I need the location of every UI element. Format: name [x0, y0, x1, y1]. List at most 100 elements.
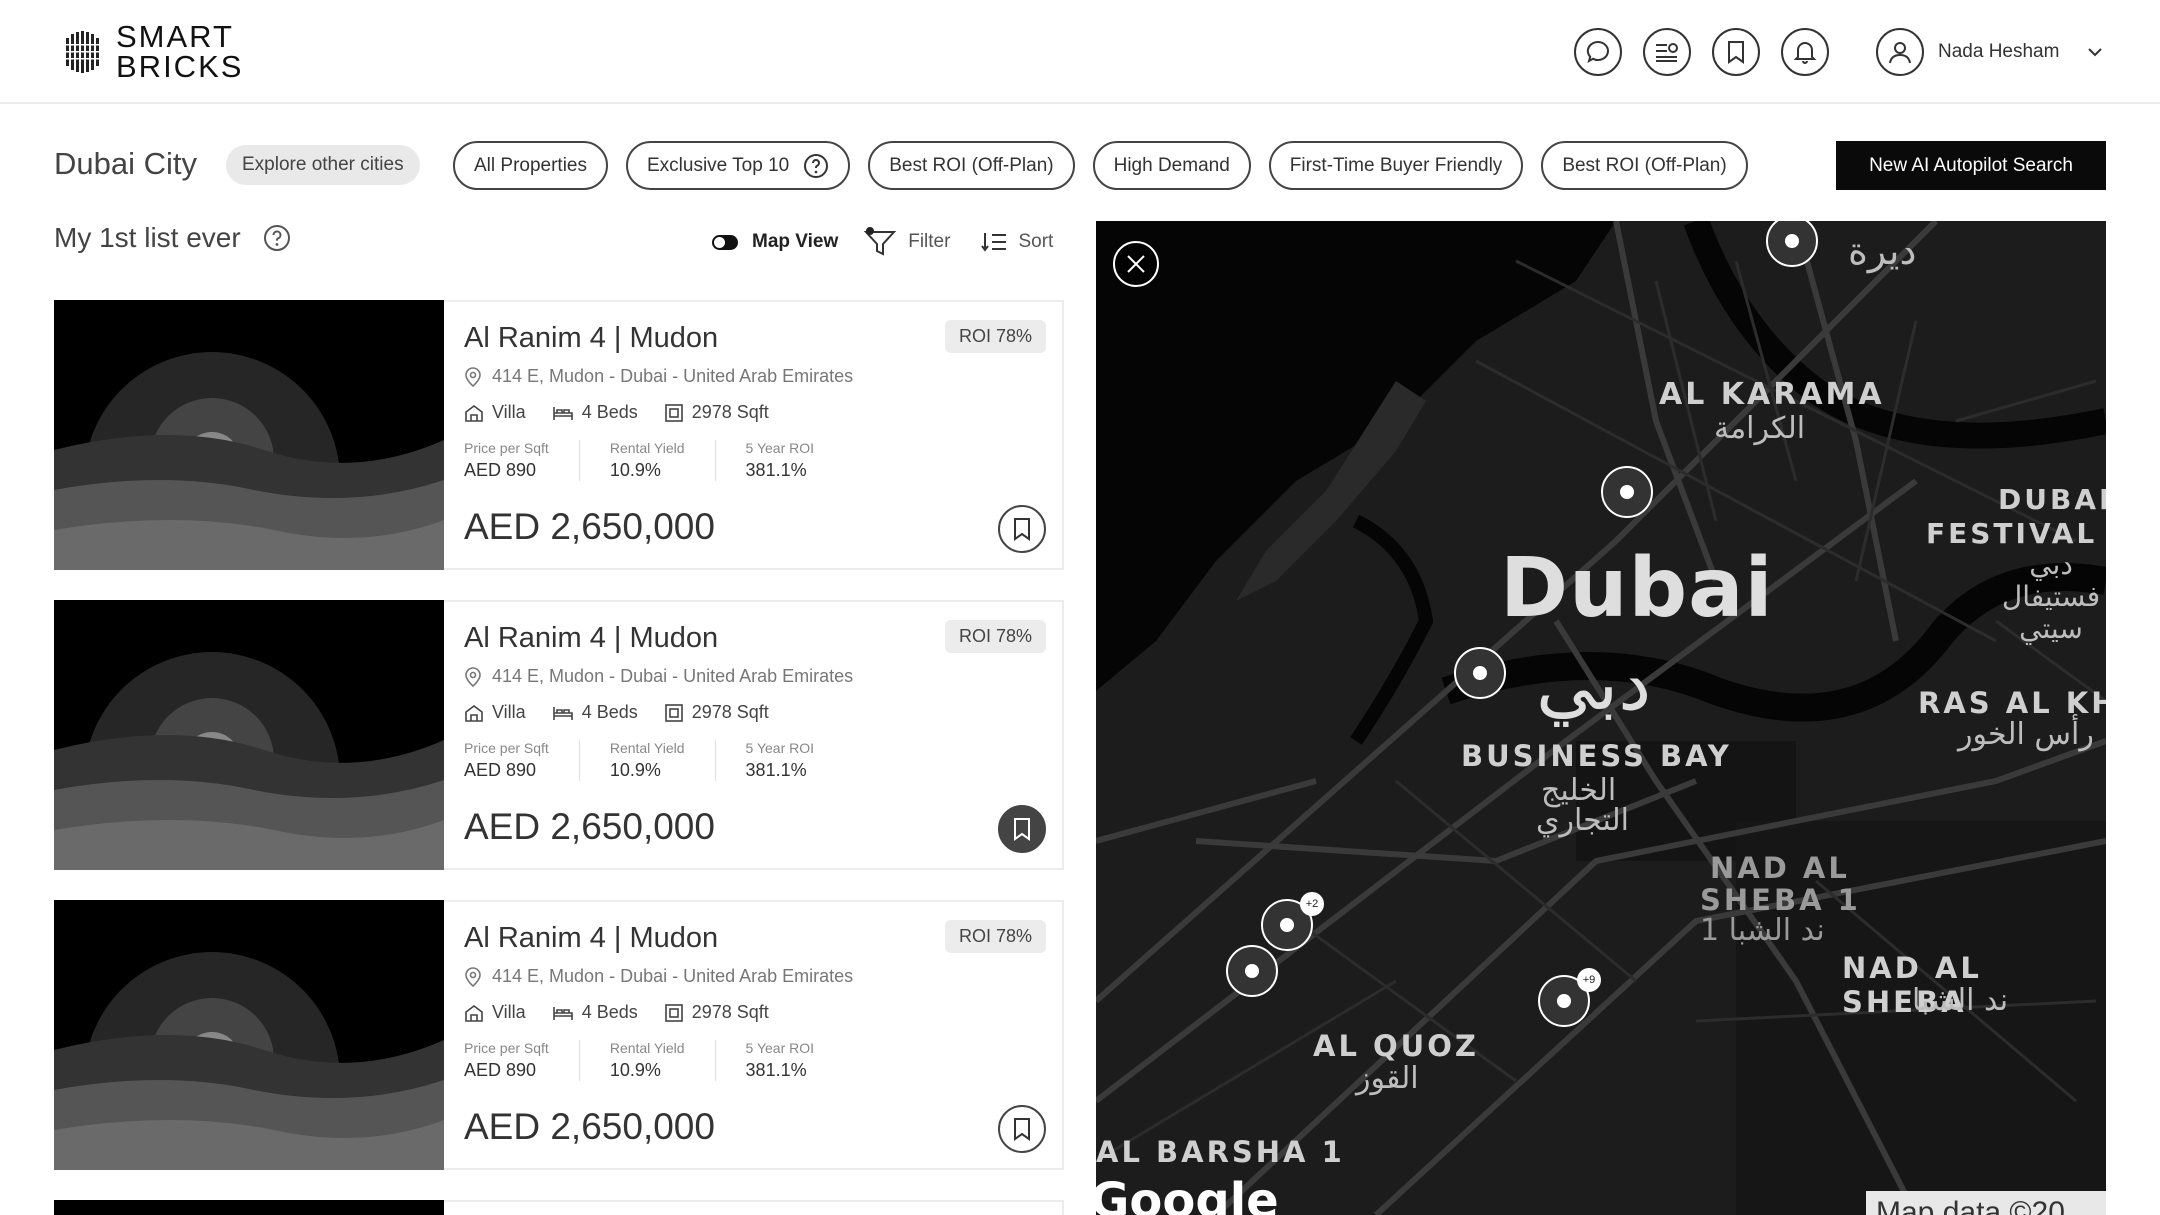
- stat-value: 10.9%: [609, 460, 661, 480]
- map-label-dubai-ar: دبي: [1536, 641, 1652, 727]
- list-view-icon[interactable]: [1643, 28, 1691, 76]
- property-price: AED 2,650,000: [464, 1106, 715, 1147]
- filter-label: Filter: [908, 231, 951, 252]
- map-label-al-quoz-ar: القوز: [1356, 1061, 1419, 1096]
- house-icon: [465, 704, 483, 722]
- chip-label: Best ROI (Off-Plan): [1562, 154, 1727, 176]
- stat-label: 5 Year ROI: [745, 440, 815, 456]
- stat-item: Price per Sqft AED 890: [464, 740, 580, 781]
- stat-label: Rental Yield: [609, 1040, 685, 1056]
- stat-item: Price per Sqft AED 890: [464, 440, 580, 481]
- property-type: Villa: [464, 402, 526, 423]
- map-label-deira-ar: ديرة: [1848, 229, 1917, 273]
- map-data-attribution[interactable]: Map data ©20: [1866, 1191, 2106, 1215]
- stat-label: Price per Sqft: [464, 740, 549, 756]
- stat-item: Rental Yield 10.9%: [610, 1040, 716, 1081]
- sort-icon: [981, 233, 1007, 252]
- stat-value: 381.1%: [745, 1060, 807, 1080]
- help-icon[interactable]: [803, 153, 829, 179]
- brand-logo[interactable]: SMART BRICKS: [54, 19, 243, 82]
- property-features: Villa 4 Beds 2978 Sqft: [464, 1002, 769, 1023]
- property-beds: 4 Beds: [552, 702, 638, 723]
- user-menu[interactable]: Nada Hesham: [1876, 28, 2103, 76]
- map-view-label[interactable]: Map View: [752, 231, 838, 253]
- location-pin-icon: [465, 366, 481, 387]
- google-logo: Google: [1096, 1173, 1279, 1215]
- chip-exclusive-top-10[interactable]: Exclusive Top 10: [626, 141, 851, 190]
- chip-best-roi-off-plan[interactable]: Best ROI (Off-Plan): [868, 141, 1075, 190]
- brand-line-1: SMART: [116, 19, 234, 54]
- stat-item: 5 Year ROI 381.1%: [746, 440, 845, 481]
- property-title[interactable]: Al Ranim 4 | Mudon: [464, 622, 718, 655]
- location-pin-icon: [465, 966, 481, 987]
- map-panel[interactable]: ديرة AL KARAMA الكرامة Dubai دبي DUBAI F…: [1096, 221, 2106, 1215]
- house-icon: [465, 1004, 483, 1022]
- save-property-button[interactable]: [998, 805, 1046, 853]
- save-property-button[interactable]: [998, 1105, 1046, 1153]
- chat-icon[interactable]: [1574, 28, 1622, 76]
- bed-icon: [552, 706, 573, 720]
- save-property-button[interactable]: [998, 505, 1046, 553]
- sort-button[interactable]: Sort: [980, 230, 1053, 254]
- stat-value: AED 890: [464, 1060, 537, 1080]
- property-price: AED 2,650,000: [464, 506, 715, 547]
- close-map-button[interactable]: [1113, 241, 1159, 287]
- stat-label: Rental Yield: [609, 440, 685, 456]
- chip-first-time-buyer[interactable]: First-Time Buyer Friendly: [1268, 141, 1524, 190]
- list-title: My 1st list ever: [54, 222, 291, 254]
- user-name: Nada Hesham: [1938, 41, 2060, 62]
- sort-label: Sort: [1018, 231, 1054, 252]
- filter-button[interactable]: Filter: [862, 226, 950, 258]
- map-label-nad-al-sheba-1-line1: NAD AL: [1710, 851, 1850, 885]
- pin-count-badge: +2: [1300, 892, 1324, 916]
- stat-label: 5 Year ROI: [745, 1040, 815, 1056]
- map-pin[interactable]: [1226, 945, 1278, 997]
- help-icon[interactable]: [263, 224, 291, 252]
- new-ai-autopilot-search-button[interactable]: New AI Autopilot Search: [1836, 141, 2106, 190]
- map-label-al-karama-ar: الكرامة: [1714, 411, 1806, 446]
- property-address: 414 E, Mudon - Dubai - United Arab Emira…: [464, 366, 853, 387]
- property-type: Villa: [464, 1002, 526, 1023]
- stat-item: 5 Year ROI 381.1%: [746, 1040, 845, 1081]
- area-icon: [664, 703, 683, 722]
- bookmark-icon: [1014, 818, 1030, 841]
- explore-cities-button[interactable]: Explore other cities: [226, 145, 420, 185]
- roi-badge: ROI 78%: [944, 920, 1046, 953]
- property-title[interactable]: Al Ranim 4 | Mudon: [464, 322, 718, 355]
- view-controls: Map View Filter Sort: [712, 226, 1083, 258]
- image-placeholder-icon: [54, 600, 444, 870]
- user-avatar-icon: [1876, 28, 1924, 76]
- property-title[interactable]: Al Ranim 4 | Mudon: [464, 922, 718, 955]
- chip-label: High Demand: [1113, 154, 1230, 176]
- map-pin[interactable]: [1601, 466, 1653, 518]
- property-features: Villa 4 Beds 2978 Sqft: [464, 402, 769, 423]
- property-card[interactable]: Al Ranim 4 | Mudon ROI 78% 414 E, Mudon …: [54, 300, 1064, 570]
- property-address: 414 E, Mudon - Dubai - United Arab Emira…: [464, 666, 853, 687]
- bookmark-icon[interactable]: [1712, 28, 1760, 76]
- chip-high-demand[interactable]: High Demand: [1092, 141, 1251, 190]
- chip-all-properties[interactable]: All Properties: [453, 141, 608, 190]
- notification-bell-icon[interactable]: [1781, 28, 1829, 76]
- stat-label: Price per Sqft: [464, 440, 549, 456]
- map-view-toggle[interactable]: [712, 234, 738, 250]
- bed-icon: [552, 406, 573, 420]
- property-address: 414 E, Mudon - Dubai - United Arab Emira…: [464, 966, 853, 987]
- property-price: AED 2,650,000: [464, 806, 715, 847]
- property-card-partial[interactable]: [54, 1200, 1064, 1215]
- address-text: 414 E, Mudon - Dubai - United Arab Emira…: [492, 366, 854, 386]
- chip-best-roi-off-plan-2[interactable]: Best ROI (Off-Plan): [1541, 141, 1748, 190]
- property-area: 2978 Sqft: [664, 702, 769, 723]
- chip-label: First-Time Buyer Friendly: [1289, 154, 1503, 176]
- stat-value: 10.9%: [609, 760, 661, 780]
- stat-value: 381.1%: [745, 760, 807, 780]
- property-image: [54, 600, 444, 870]
- map-pin[interactable]: [1454, 647, 1506, 699]
- map-label-ras-al-khor-ar: رأس الخور: [1958, 717, 2094, 752]
- property-image: [54, 900, 444, 1170]
- property-card[interactable]: Al Ranim 4 | Mudon ROI 78% 414 E, Mudon …: [54, 900, 1064, 1170]
- property-card[interactable]: Al Ranim 4 | Mudon ROI 78% 414 E, Mudon …: [54, 600, 1064, 870]
- stat-item: Rental Yield 10.9%: [610, 740, 716, 781]
- stat-value: 381.1%: [745, 460, 807, 480]
- chevron-down-icon[interactable]: [2087, 47, 2103, 57]
- stat-item: 5 Year ROI 381.1%: [746, 740, 845, 781]
